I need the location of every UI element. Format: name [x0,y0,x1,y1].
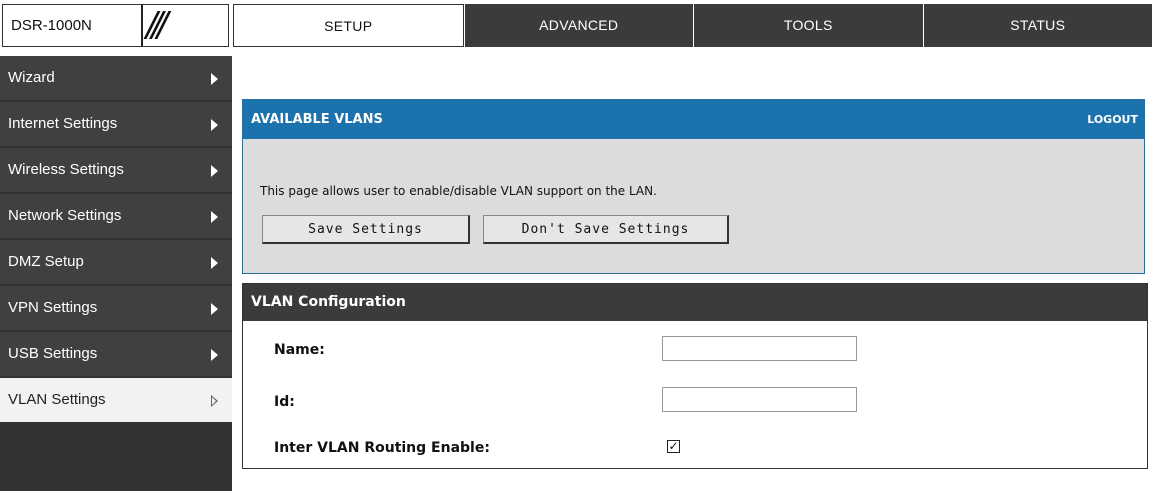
id-label: Id: [274,394,295,410]
sidebar-item-internet-settings[interactable]: Internet Settings [0,102,232,146]
chevron-right-icon [211,349,218,361]
chevron-right-icon [211,303,218,315]
sidebar-item-network-settings[interactable]: Network Settings [0,194,232,238]
logout-link[interactable]: LOGOUT [1087,100,1138,139]
sidebar-item-label: Internet Settings [8,115,118,132]
tab-status[interactable]: STATUS [922,4,1152,47]
sidebar-item-label: DMZ Setup [8,253,84,270]
tab-tools[interactable]: TOOLS [693,4,923,47]
model-badge: DSR-1000N /// [2,4,229,47]
vlan-configuration-panel: VLAN Configuration Name: Id: Inter VLAN … [242,283,1148,469]
sidebar-item-label: Wizard [8,69,55,86]
tab-advanced[interactable]: ADVANCED [463,4,693,47]
main-tabs: SETUP ADVANCED TOOLS STATUS [233,4,1152,47]
top-bar: DSR-1000N /// SETUP ADVANCED TOOLS STATU… [0,0,1152,52]
inter-vlan-routing-checkbox[interactable]: ✓ [667,440,680,453]
inter-vlan-routing-label: Inter VLAN Routing Enable: [274,440,490,456]
logo-slashes-icon: /// [146,5,168,45]
name-label: Name: [274,342,325,358]
sidebar-item-label: VLAN Settings [8,391,106,408]
sidebar-item-usb-settings[interactable]: USB Settings [0,332,232,376]
sidebar-item-label: Network Settings [8,207,122,224]
sidebar-item-wireless-settings[interactable]: Wireless Settings [0,148,232,192]
page-description: This page allows user to enable/disable … [260,184,657,198]
tab-setup[interactable]: SETUP [233,4,464,47]
panel-title: VLAN Configuration [243,284,1147,321]
panel-title: AVAILABLE VLANS [251,112,383,127]
panel-header: AVAILABLE VLANS LOGOUT [243,100,1144,139]
dont-save-settings-button[interactable]: Don't Save Settings [483,215,729,244]
sidebar: Wizard Internet Settings Wireless Settin… [0,56,232,491]
sidebar-item-wizard[interactable]: Wizard [0,56,232,100]
sidebar-item-label: VPN Settings [8,299,98,316]
available-vlans-panel: AVAILABLE VLANS LOGOUT This page allows … [242,99,1145,274]
model-name: DSR-1000N [3,5,143,46]
chevron-right-icon [211,165,218,177]
id-input[interactable] [662,387,857,412]
save-settings-button[interactable]: Save Settings [262,215,470,244]
sidebar-item-dmz-setup[interactable]: DMZ Setup [0,240,232,284]
chevron-right-icon [211,211,218,223]
chevron-right-outline-icon [211,395,218,407]
sidebar-item-vlan-settings[interactable]: VLAN Settings [0,378,232,422]
sidebar-item-label: USB Settings [8,345,98,362]
sidebar-item-label: Wireless Settings [8,161,124,178]
chevron-right-icon [211,119,218,131]
name-input[interactable] [662,336,857,361]
sidebar-item-vpn-settings[interactable]: VPN Settings [0,286,232,330]
chevron-right-icon [211,73,218,85]
chevron-right-icon [211,257,218,269]
